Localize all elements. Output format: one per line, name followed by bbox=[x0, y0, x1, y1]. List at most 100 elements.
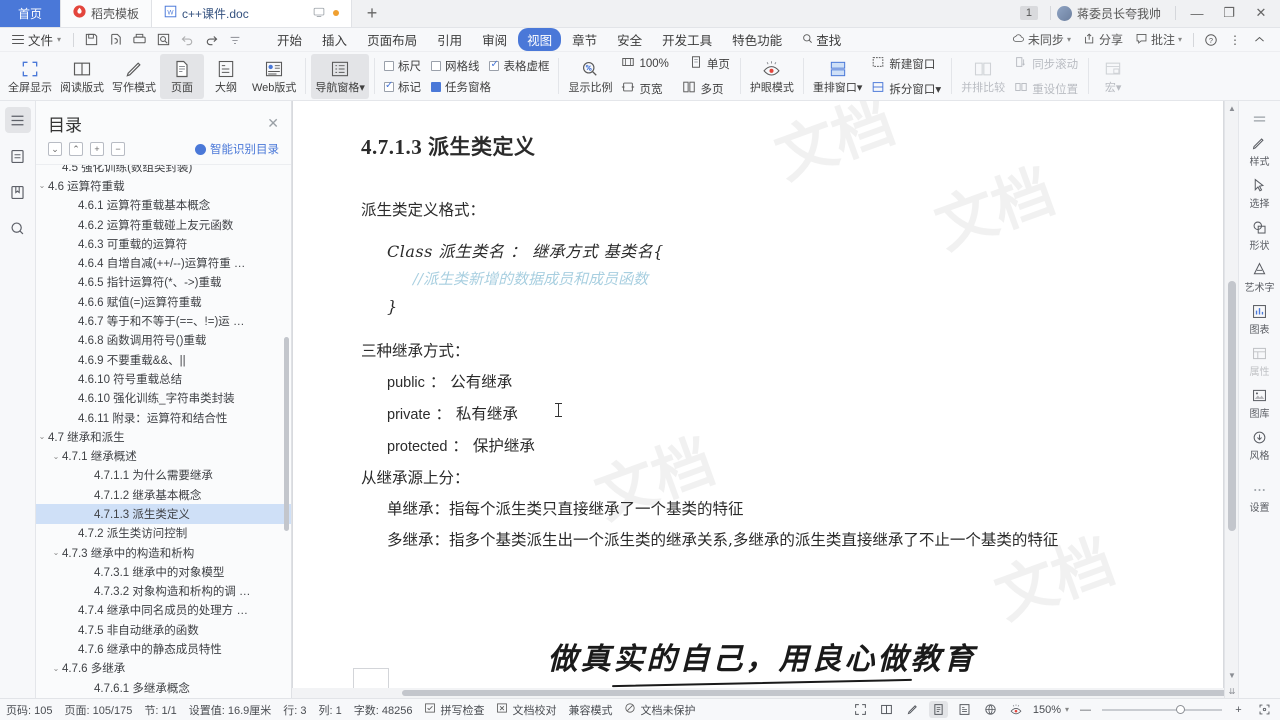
menu-item-security[interactable]: 安全 bbox=[608, 28, 651, 51]
menu-item-review[interactable]: 审阅 bbox=[473, 28, 516, 51]
ribbon-page-width[interactable]: 页宽 bbox=[616, 78, 667, 99]
sync-status-button[interactable]: 未同步 ▾ bbox=[1007, 31, 1076, 48]
menu-item-insert[interactable]: 插入 bbox=[313, 28, 356, 51]
toc-item[interactable]: 4.6.1 运算符重载基本概念 bbox=[36, 196, 291, 215]
collapse-down-button[interactable]: ⌄ bbox=[48, 142, 62, 156]
menu-item-view[interactable]: 视图 bbox=[518, 28, 562, 51]
ribbon-outline-view[interactable]: 大纲 bbox=[204, 54, 248, 99]
right-rail-gallery[interactable]: 图库 bbox=[1241, 384, 1279, 423]
document-area[interactable]: 文档 文档 文档 文档 ·| 4.7.1.3 派生类定义 派生类定义格式： Cl… bbox=[292, 101, 1224, 698]
status-writing-view-button[interactable] bbox=[903, 701, 922, 718]
toc-item[interactable]: ⌄ 4.7.3 继承中的构造和析构 bbox=[36, 543, 291, 562]
menu-item-dev-tools[interactable]: 开发工具 bbox=[653, 28, 721, 51]
right-rail-chart[interactable]: 图表 bbox=[1241, 300, 1279, 339]
chevron-down-icon[interactable]: ⌄ bbox=[50, 452, 62, 461]
horizontal-scrollbar-thumb[interactable] bbox=[402, 690, 1224, 696]
zoom-in-button[interactable]: + bbox=[1229, 701, 1248, 718]
ribbon-split-window[interactable]: 拆分窗口▾ bbox=[866, 78, 946, 99]
ribbon-reading-layout[interactable]: 阅读版式 bbox=[56, 54, 108, 99]
status-proofread[interactable]: 文档校对 bbox=[496, 702, 556, 718]
status-compat-mode[interactable]: 兼容模式 bbox=[568, 702, 612, 718]
rail-bookmark-button[interactable] bbox=[5, 179, 31, 205]
vertical-scrollbar[interactable]: ▲ ▼ ⇊ bbox=[1224, 101, 1238, 698]
search-doc-icon[interactable] bbox=[152, 29, 174, 51]
toc-item[interactable]: 4.6.4 自增自减(++/--)运算符重 … bbox=[36, 253, 291, 272]
comment-button[interactable]: 批注 ▾ bbox=[1130, 31, 1187, 48]
scroll-page-down-icon[interactable]: ⇊ bbox=[1225, 684, 1239, 698]
menu-item-page-layout[interactable]: 页面布局 bbox=[358, 28, 426, 51]
collapse-up-button[interactable]: ⌃ bbox=[69, 142, 83, 156]
toc-item[interactable]: 4.6.8 函数调用符号()重载 bbox=[36, 331, 291, 350]
menu-item-references[interactable]: 引用 bbox=[428, 28, 471, 51]
zoom-level-label[interactable]: 150% ▾ bbox=[1033, 704, 1069, 716]
checkbox-gridlines[interactable]: 网格线 bbox=[430, 58, 479, 74]
status-eye-protect-button[interactable] bbox=[1007, 701, 1026, 718]
ribbon-reset-position[interactable]: 重设位置 bbox=[1009, 78, 1083, 99]
rail-document-button[interactable] bbox=[5, 143, 31, 169]
toc-item[interactable]: 4.6.6 赋值(=)运算符重载 bbox=[36, 292, 291, 311]
toc-item[interactable]: 4.7.1.3 派生类定义 bbox=[36, 504, 291, 524]
tab-document[interactable]: W c++课件.doc bbox=[152, 0, 353, 27]
undo-icon[interactable] bbox=[176, 29, 198, 51]
checkbox-marks[interactable]: 标记 bbox=[383, 79, 421, 95]
print-icon[interactable] bbox=[128, 29, 150, 51]
toc-item[interactable]: 4.6.10 符号重载总结 bbox=[36, 369, 291, 388]
toc-item[interactable]: ⌄ 4.7 继承和派生 bbox=[36, 427, 291, 446]
toc-item[interactable]: 4.6.9 不要重载&&、|| bbox=[36, 350, 291, 369]
new-tab-button[interactable]: + bbox=[352, 0, 393, 27]
horizontal-scrollbar[interactable] bbox=[292, 688, 1224, 698]
toc-item[interactable]: 4.7.1.1 为什么需要继承 bbox=[36, 466, 291, 485]
customize-toolbar-icon[interactable] bbox=[224, 29, 246, 51]
chevron-down-icon[interactable]: ⌄ bbox=[36, 432, 48, 441]
ribbon-fullscreen[interactable]: 全屏显示 bbox=[4, 54, 56, 99]
notification-badge[interactable]: 1 bbox=[1019, 6, 1038, 20]
right-rail-shape[interactable]: 形状 bbox=[1241, 216, 1279, 255]
minimize-button[interactable]: — bbox=[1182, 0, 1212, 27]
ribbon-side-by-side[interactable]: 并排比较 bbox=[957, 54, 1009, 99]
toc-scrollbar-thumb[interactable] bbox=[284, 337, 289, 531]
status-web-view-button[interactable] bbox=[981, 701, 1000, 718]
toc-item[interactable]: ⌄ 4.6 运算符重载 bbox=[36, 176, 291, 195]
toc-item[interactable]: 4.7.6 继承中的静态成员特性 bbox=[36, 639, 291, 658]
right-rail-collapse[interactable] bbox=[1241, 107, 1279, 129]
ribbon-new-window[interactable]: 新建窗口 bbox=[866, 53, 946, 74]
menu-item-start[interactable]: 开始 bbox=[268, 28, 311, 51]
toc-item[interactable]: 4.6.3 可重载的运算符 bbox=[36, 234, 291, 253]
toc-item[interactable]: 4.7.3.1 继承中的对象模型 bbox=[36, 562, 291, 581]
ribbon-eye-protect[interactable]: 护眼模式 bbox=[746, 54, 798, 99]
toc-item[interactable]: 4.6.7 等于和不等于(==、!=)运 … bbox=[36, 311, 291, 330]
scroll-up-arrow-icon[interactable]: ▲ bbox=[1225, 101, 1239, 115]
toc-item[interactable]: 4.5 强化训练(数组类封装) bbox=[36, 165, 291, 176]
tab-home[interactable]: 首页 bbox=[0, 0, 62, 27]
toc-item[interactable]: 4.6.2 运算符重载碰上友元函数 bbox=[36, 215, 291, 234]
document-content[interactable]: 4.7.1.3 派生类定义 派生类定义格式： Class 派生类名 ： 继承方式… bbox=[293, 101, 1223, 688]
menu-item-find[interactable]: 查找 bbox=[793, 28, 850, 51]
menu-item-chapter[interactable]: 章节 bbox=[563, 28, 606, 51]
toc-item[interactable]: 4.7.6.1 多继承概念 bbox=[36, 678, 291, 697]
ribbon-writing-mode[interactable]: 写作模式 bbox=[108, 54, 160, 99]
ribbon-rearrange-windows[interactable]: 重排窗口▾ bbox=[809, 54, 867, 99]
chevron-down-icon[interactable]: ⌄ bbox=[50, 548, 62, 557]
file-menu-button[interactable]: 文件 ▾ bbox=[6, 30, 67, 49]
toc-item[interactable]: 4.6.10 强化训练_字符串类封装 bbox=[36, 389, 291, 408]
chevron-down-icon[interactable]: ⌄ bbox=[36, 181, 48, 190]
scroll-down-arrow-icon[interactable]: ▼ bbox=[1225, 668, 1239, 682]
rail-search-button[interactable] bbox=[5, 215, 31, 241]
zoom-slider[interactable] bbox=[1102, 704, 1222, 716]
checkbox-ruler[interactable]: 标尺 bbox=[383, 58, 421, 74]
help-icon[interactable]: ? bbox=[1200, 29, 1222, 51]
user-account[interactable]: 蒋委员长夸我帅 bbox=[1056, 5, 1169, 22]
expand-all-button[interactable]: + bbox=[90, 142, 104, 156]
status-word-count[interactable]: 字数: 48256 bbox=[354, 702, 413, 718]
share-button[interactable]: 分享 bbox=[1078, 31, 1128, 48]
collapse-ribbon-icon[interactable] bbox=[1248, 29, 1270, 51]
right-rail-settings[interactable]: 设置 bbox=[1241, 478, 1279, 517]
toc-item[interactable]: 4.7.3.2 对象构造和析构的调 … bbox=[36, 582, 291, 601]
more-options-icon[interactable]: ⋮ bbox=[1224, 29, 1246, 51]
tab-template[interactable]: 稻壳模板 bbox=[61, 0, 153, 27]
smart-toc-button[interactable]: 智能识别目录 bbox=[195, 141, 279, 157]
status-outline-view-button[interactable] bbox=[955, 701, 974, 718]
ribbon-sync-scroll[interactable]: 同步滚动 bbox=[1009, 53, 1083, 74]
ribbon-macro[interactable]: 宏▾ bbox=[1094, 54, 1132, 99]
toc-item[interactable]: ⌄ 4.7.1 继承概述 bbox=[36, 446, 291, 465]
